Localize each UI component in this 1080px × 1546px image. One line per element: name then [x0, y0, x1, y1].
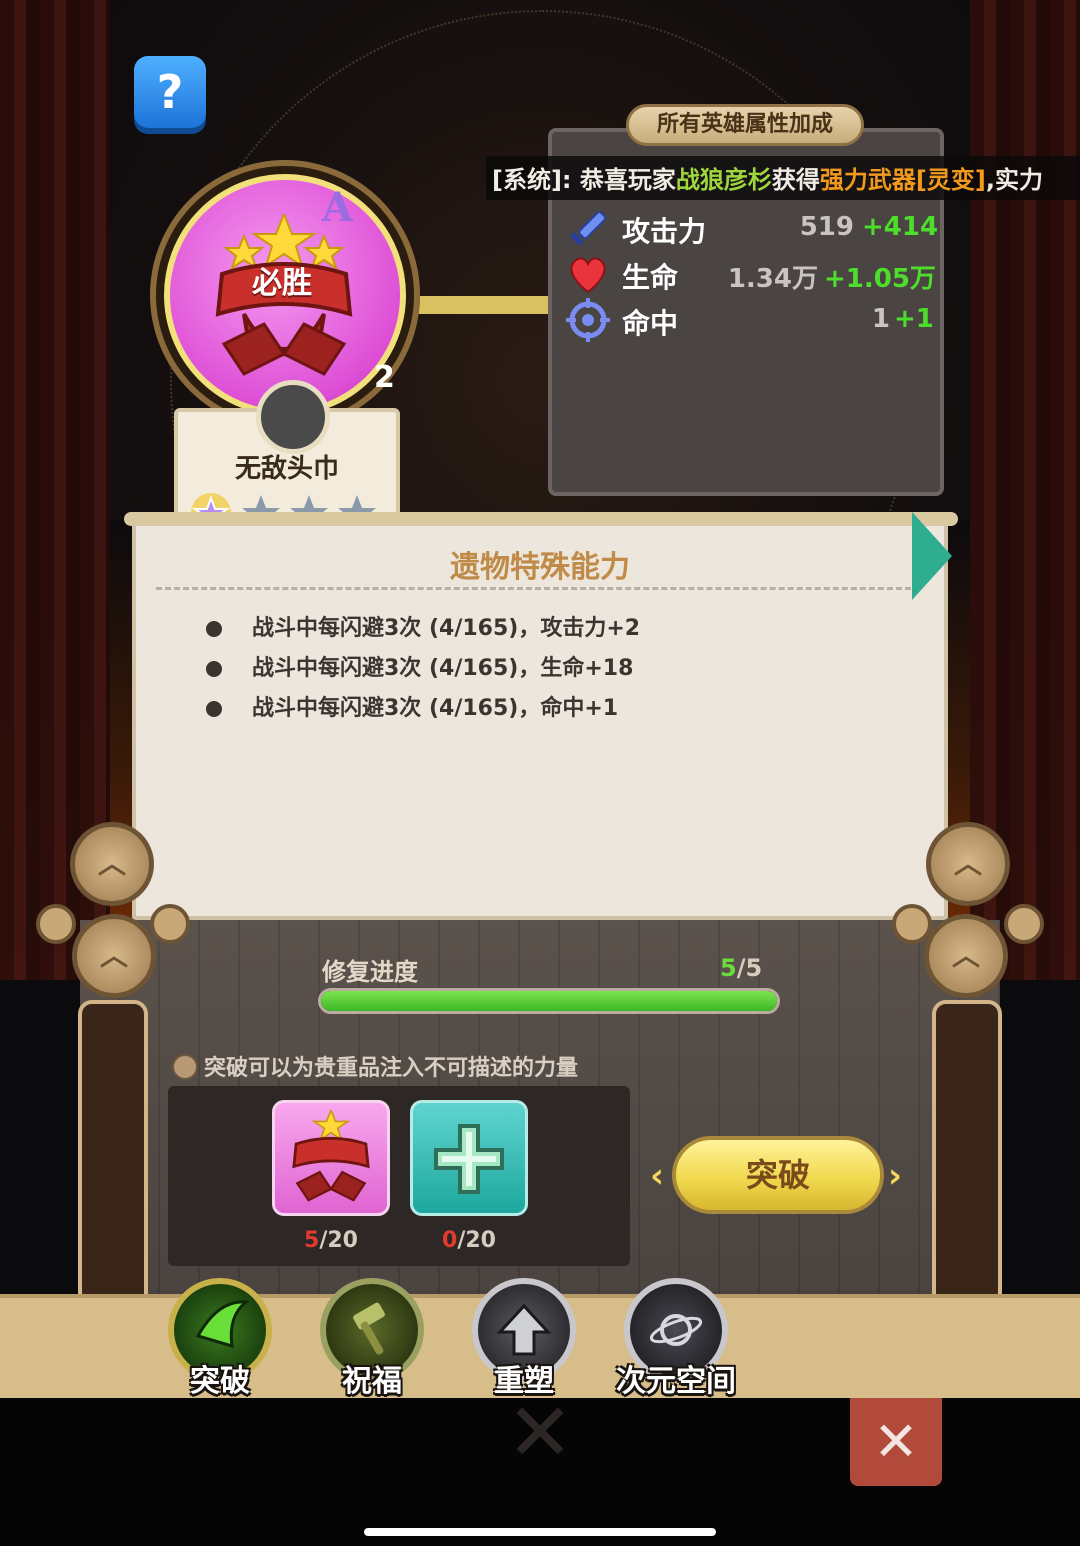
tab-label: 突破 — [190, 1364, 250, 1399]
breakthrough-button[interactable]: 突破 — [672, 1136, 884, 1214]
stat-base-hit: 1 — [871, 304, 890, 334]
crosshair-icon — [566, 298, 610, 342]
material-count: 5/20 — [272, 1228, 390, 1253]
stat-bonus-hp: +1.05万 — [824, 264, 936, 294]
ability-line: 战斗中每闪避3次 (4/165)，生命+18 — [206, 650, 634, 681]
system-message-item: 强力武器[灵变] — [819, 166, 986, 194]
next-page-arrow-icon[interactable] — [912, 512, 952, 600]
repair-progress-fill — [321, 991, 777, 1011]
stat-bonus-attack: +414 — [862, 212, 939, 242]
system-message-player: 战狼彦杉 — [675, 166, 772, 194]
dimmed-close-icon: ✕ — [506, 1386, 574, 1479]
bullet-icon — [206, 621, 222, 637]
stats-panel-title: 所有英雄属性加成 — [626, 104, 864, 146]
material-have: 5 — [304, 1228, 320, 1253]
heart-icon — [570, 257, 606, 294]
hint-dot-icon — [172, 1054, 198, 1080]
stat-label-hit: 命中 — [622, 307, 679, 340]
relic-connector-bar — [418, 296, 558, 314]
chevron-left-icon: ‹ — [650, 1156, 665, 1196]
stat-bonus-hit: +1 — [894, 304, 934, 334]
stat-label-attack: 攻击力 — [622, 215, 707, 248]
system-message-tail: ,实力 — [985, 166, 1043, 194]
bullet-icon — [206, 661, 222, 677]
gear-node — [1004, 904, 1044, 944]
material-have: 0 — [442, 1228, 458, 1253]
relic-socket — [256, 380, 330, 454]
repair-progress-bar — [318, 988, 780, 1014]
ability-title: 遗物特殊能力 — [450, 550, 630, 585]
stat-label-hp: 生命 — [622, 261, 679, 294]
material-count: 0/20 — [410, 1228, 528, 1253]
pillar-right — [932, 1000, 1002, 1300]
ability-line-text: 战斗中每闪避3次 (4/165)，命中+1 — [252, 696, 619, 721]
sword-icon — [570, 211, 607, 246]
material-need: /20 — [319, 1228, 358, 1253]
gear-node — [150, 904, 190, 944]
chevron-right-icon: › — [888, 1156, 903, 1196]
stat-base-attack: 519 — [799, 212, 854, 242]
ability-line: 战斗中每闪避3次 (4/165)，命中+1 — [206, 690, 619, 721]
chevron-up-icon: ︿ — [926, 822, 1010, 906]
home-indicator[interactable] — [364, 1528, 716, 1536]
chevron-up-icon: ︿ — [924, 914, 1008, 998]
ability-line: 战斗中每闪避3次 (4/165)，攻击力+2 — [206, 610, 641, 641]
materials-box — [168, 1086, 630, 1266]
system-message-mid: 获得 — [771, 166, 820, 194]
system-message-prefix: [系统]: 恭喜玩家 — [492, 166, 676, 194]
ability-panel-rail — [124, 512, 958, 526]
repair-progress-label: 修复进度 — [322, 958, 418, 986]
help-button[interactable]: ? — [134, 56, 206, 128]
ability-line-text: 战斗中每闪避3次 (4/165)，攻击力+2 — [252, 616, 641, 641]
repair-progress-value: 5/5 — [720, 954, 762, 982]
upgrade-arrow-icon — [496, 1303, 552, 1356]
repair-progress-max: 5 — [745, 954, 763, 982]
tab-label: 祝福 — [342, 1364, 402, 1399]
planet-icon — [649, 1314, 703, 1346]
system-message: [系统]: 恭喜玩家战狼彦杉获得强力武器[灵变],实力 — [492, 160, 1043, 195]
relic-grade: A — [322, 184, 354, 231]
chevron-up-icon: ︿ — [72, 914, 156, 998]
ability-divider — [156, 587, 920, 590]
stat-base-hp: 1.34万 — [727, 264, 818, 294]
gear-node — [36, 904, 76, 944]
tab-label: 次元空间 — [616, 1364, 736, 1399]
cross-shard-icon — [434, 1124, 504, 1194]
repair-progress-current: 5 — [720, 954, 737, 982]
material-need: /20 — [457, 1228, 496, 1253]
relic-emblem-text: 必胜 — [252, 266, 312, 301]
gear-node — [892, 904, 932, 944]
relic-level: 2 — [374, 360, 395, 395]
claw-icon — [195, 1300, 251, 1349]
bullet-icon — [206, 701, 222, 717]
ability-line-text: 战斗中每闪避3次 (4/165)，生命+18 — [252, 656, 634, 681]
breakthrough-hint: 突破可以为贵重品注入不可描述的力量 — [204, 1056, 579, 1081]
pillar-left — [78, 1000, 148, 1300]
relic-name: 无敌头巾 — [234, 454, 339, 484]
bisheng-headband-icon — [292, 1110, 370, 1202]
hammer-icon — [353, 1302, 385, 1355]
chevron-up-icon: ︿ — [70, 822, 154, 906]
close-icon: ✕ — [873, 1410, 919, 1473]
